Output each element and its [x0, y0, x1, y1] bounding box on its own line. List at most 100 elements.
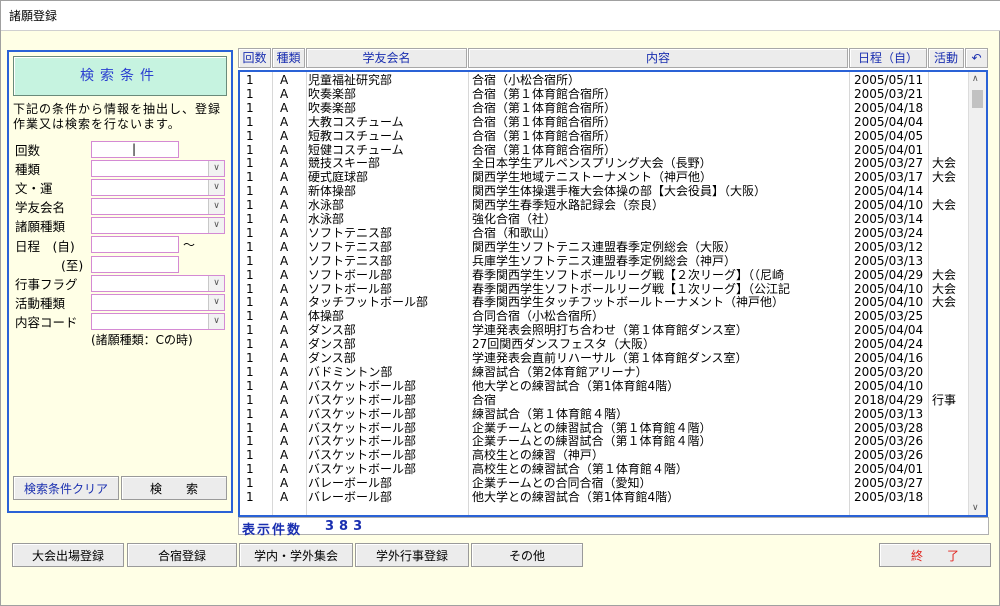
chevron-down-icon[interactable]: ∨ — [208, 199, 224, 214]
table-row[interactable]: 1 A タッチフットボール部 春季関西学生タッチフットボールトーナメント（神戸他） 20… — [240, 296, 966, 310]
gyoji-select[interactable]: ∨ — [91, 275, 225, 292]
table-row[interactable]: 1 A 体操部 合同合宿（小松合宿所） 2005/03/25 — [240, 310, 966, 324]
scrollbar-thumb[interactable] — [972, 90, 983, 108]
column-header-shurui[interactable]: 種類 — [272, 48, 305, 68]
column-header-naiyo[interactable]: 内容 — [468, 48, 848, 68]
chevron-down-icon[interactable]: ∨ — [208, 295, 224, 310]
row-gakuyukai-cell: ソフトボール部 — [308, 282, 393, 296]
table-row[interactable]: 1 A ソフトボール部 春季関西学生ソフトボールリーグ戦【２次リーグ】（（尼崎 2005… — [240, 269, 966, 283]
vertical-scrollbar[interactable]: ∧ ∨ — [968, 72, 986, 515]
row-naiyo-cell: 春季関西学生タッチフットボールトーナメント（神戸他） — [472, 296, 785, 310]
table-row[interactable]: 1 A ソフトテニス部 関西学生ソフトテニス連盟春季定例総会（大阪） 2005/03/1… — [240, 241, 966, 255]
table-row[interactable]: 1 A バスケットボール部 高校生との練習（神戸） 2005/03/26 — [240, 449, 966, 463]
row-nittei-cell: 2018/04/29 — [854, 393, 924, 407]
row-naiyo-cell: 学連発表会照明打ち合わせ（第１体育館ダンス室） — [472, 324, 748, 338]
shurui-select[interactable]: ∨ — [91, 160, 225, 177]
undo-icon[interactable]: ↶ — [965, 48, 988, 68]
table-row[interactable]: 1 A 児童福祉研究部 合宿（小松合宿所） 2005/05/11 — [240, 74, 966, 88]
chevron-down-icon[interactable]: ∨ — [208, 180, 224, 195]
column-header-nittei[interactable]: 日程（自） — [849, 48, 927, 68]
chevron-down-icon[interactable]: ∨ — [208, 314, 224, 329]
table-row[interactable]: 1 A ソフトボール部 春季関西学生ソフトボールリーグ戦【１次リーグ】（公江記 2005… — [240, 283, 966, 297]
kaisu-label: 回数 — [15, 143, 41, 158]
row-kaisu-cell: 1 — [246, 393, 254, 407]
scroll-up-icon[interactable]: ∧ — [972, 74, 979, 84]
table-row[interactable]: 1 A ダンス部 学連発表会直前リハーサル（第１体育館ダンス室） 2005/04/16 — [240, 352, 966, 366]
table-row[interactable]: 1 A バレーボール部 企業チームとの合同合宿（愛知） 2005/03/27 — [240, 477, 966, 491]
shogan-label: 諸願種類 — [15, 219, 66, 234]
table-row[interactable]: 1 A ダンス部 学連発表会照明打ち合わせ（第１体育館ダンス室） 2005/04/04 — [240, 324, 966, 338]
table-row[interactable]: 1 A ソフトテニス部 兵庫学生ソフトテニス連盟春季定例総会（神戸） 2005/03/1… — [240, 255, 966, 269]
naiyo-label: 内容コード — [15, 315, 78, 330]
clear-conditions-button[interactable]: 検索条件クリア — [13, 476, 119, 500]
nittei-to-input[interactable] — [91, 256, 179, 273]
table-row[interactable]: 1 A ダンス部 27回関西ダンスフェスタ（大阪） 2005/04/24 — [240, 338, 966, 352]
row-gakuyukai-cell: ダンス部 — [308, 338, 356, 352]
row-kaisu-cell: 1 — [246, 324, 254, 338]
row-gakuyukai-cell: バスケットボール部 — [308, 435, 417, 449]
row-naiyo-cell: 高校生との練習試合（第１体育館４階） — [472, 463, 688, 477]
row-kaisu-cell: 1 — [246, 491, 254, 504]
table-row[interactable]: 1 A 競技スキー部 全日本学生アルペンスプリング大会（長野） 2005/03/27 大会 — [240, 157, 966, 171]
table-row[interactable]: 1 A 短教コスチューム 合宿（第１体育館合宿所） 2005/04/05 — [240, 130, 966, 144]
row-gakuyukai-cell: バスケットボール部 — [308, 379, 417, 393]
row-nittei-cell: 2005/03/14 — [854, 213, 924, 226]
gakuyukai-select[interactable]: ∨ — [91, 198, 225, 215]
table-row[interactable]: 1 A バスケットボール部 企業チームとの練習試合（第１体育館４階） 2005/03/2… — [240, 422, 966, 436]
row-gakuyukai-cell: 短健コスチューム — [308, 143, 404, 157]
table-row[interactable]: 1 A バレーボール部 他大学との練習試合（第1体育館4階） 2005/03/18 — [240, 491, 966, 505]
bun-un-select[interactable]: ∨ — [91, 179, 225, 196]
row-shurui-cell: A — [280, 254, 289, 268]
katsudo-select[interactable]: ∨ — [91, 294, 225, 311]
row-kaisu-cell: 1 — [246, 282, 254, 296]
taikai-button[interactable]: 大会出場登録 — [12, 543, 124, 567]
table-row[interactable]: 1 A バドミントン部 練習試合（第2体育館アリーナ） 2005/03/20 — [240, 366, 966, 380]
table-row[interactable]: 1 A バスケットボール部 練習試合（第１体育館４階） 2005/03/13 — [240, 408, 966, 422]
search-button[interactable]: 検 索 — [121, 476, 227, 500]
table-row[interactable]: 1 A 水泳部 強化合宿（社） 2005/03/14 — [240, 213, 966, 227]
kaisu-input[interactable]: | — [91, 141, 179, 158]
table-row[interactable]: 1 A ソフトテニス部 合宿（和歌山） 2005/03/24 — [240, 227, 966, 241]
column-header-katsudo[interactable]: 活動 — [928, 48, 964, 68]
table-row[interactable]: 1 A 吹奏楽部 合宿（第１体育館合宿所） 2005/03/21 — [240, 88, 966, 102]
table-row[interactable]: 1 A 硬式庭球部 関西学生地域テニストーナメント（神戸他） 2005/03/17 大会 — [240, 171, 966, 185]
shogan-select[interactable]: ∨ — [91, 217, 225, 234]
row-kaisu-cell: 1 — [246, 379, 254, 393]
table-row[interactable]: 1 A バスケットボール部 合宿 2018/04/29 行事 — [240, 394, 966, 408]
scroll-down-icon[interactable]: ∨ — [972, 503, 979, 513]
column-header-kaisu[interactable]: 回数 — [238, 48, 271, 68]
row-kaisu-cell: 1 — [246, 185, 254, 199]
sonota-button[interactable]: その他 — [471, 543, 583, 567]
chevron-down-icon[interactable]: ∨ — [208, 276, 224, 291]
row-shurui-cell: A — [280, 296, 289, 310]
table-row[interactable]: 1 A 短健コスチューム 合宿（第１体育館合宿所） 2005/04/01 — [240, 144, 966, 158]
exit-button[interactable]: 終 了 — [879, 543, 991, 567]
nittei-from-input[interactable] — [91, 236, 179, 253]
row-nittei-cell: 2005/04/01 — [854, 463, 924, 477]
chevron-down-icon[interactable]: ∨ — [208, 161, 224, 176]
table-row[interactable]: 1 A 新体操部 関西学生体操選手権大会体操の部【大会役員】（大阪） 2005/04/1… — [240, 185, 966, 199]
row-shurui-cell: A — [280, 407, 289, 421]
gasshuku-button[interactable]: 合宿登録 — [127, 543, 237, 567]
table-row[interactable]: 1 A 大教コスチューム 合宿（第１体育館合宿所） 2005/04/04 — [240, 116, 966, 130]
row-kaisu-cell: 1 — [246, 310, 254, 324]
row-nittei-cell: 2005/04/10 — [854, 282, 924, 296]
chevron-down-icon[interactable]: ∨ — [208, 218, 224, 233]
row-kaisu-cell: 1 — [246, 226, 254, 240]
table-row[interactable]: 1 A バスケットボール部 他大学との練習試合（第1体育館4階） 2005/04/10 — [240, 380, 966, 394]
table-row[interactable]: 1 A バスケットボール部 高校生との練習試合（第１体育館４階） 2005/04/01 — [240, 463, 966, 477]
row-katsudo-cell: 大会 — [932, 282, 957, 296]
row-naiyo-cell: 合宿（第１体育館合宿所） — [472, 101, 617, 115]
gakugai-button[interactable]: 学外行事登録 — [355, 543, 469, 567]
row-nittei-cell: 2005/03/13 — [854, 407, 924, 421]
table-row[interactable]: 1 A バスケットボール部 企業チームとの練習試合（第１体育館４階） 2005/03/2… — [240, 435, 966, 449]
gakunai-button[interactable]: 学内・学外集会 — [239, 543, 353, 567]
row-nittei-cell: 2005/03/28 — [854, 421, 924, 435]
row-gakuyukai-cell: 競技スキー部 — [308, 157, 381, 171]
table-row[interactable]: 1 A 吹奏楽部 合宿（第１体育館合宿所） 2005/04/18 — [240, 102, 966, 116]
table-row[interactable]: 1 A 水泳部 関西学生春季短水路記録会（奈良） 2005/04/10 大会 — [240, 199, 966, 213]
row-gakuyukai-cell: 短教コスチューム — [308, 129, 404, 143]
column-header-gakuyukai[interactable]: 学友会名 — [306, 48, 467, 68]
results-list[interactable]: ∧ ∨ 1 A 児童福祉研究部 合宿（小松合宿所） 2005/05/11 1 A 吹奏楽部 合宿… — [238, 70, 988, 517]
naiyo-select[interactable]: ∨ — [91, 313, 225, 330]
